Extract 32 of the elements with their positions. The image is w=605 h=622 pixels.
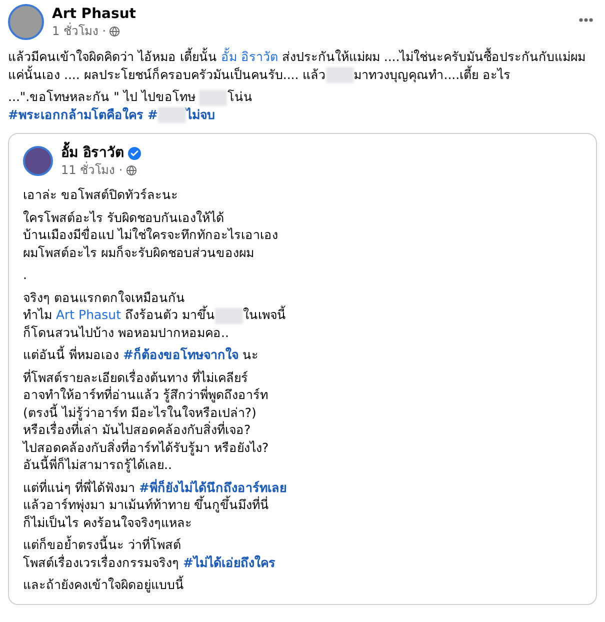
post-text: แต่ก็ขอย้ำตรงนี้นะ ว่าที่โพสต์ โพสต์เรื่องเวรเรื่องกรรมจริงๆ #ไม่ได้เอ่ยถึงใคร <box>23 536 276 572</box>
post-text: ใครโพสต์อะไร รับผิดชอบกันเองให้ได้ บ้านเมืองมีขื่อแป ไม่ใช่ใครจะทึกทักอะไรเอาเอง ผมโพสต์อะไร ผมก็จะรับผิดชอบส่วนของผม <box>23 208 279 262</box>
hashtag-link[interactable]: #พี่ก็ยังไม่ได้นึกถึงอาร์ทเลย <box>138 480 286 495</box>
post-time: 11 ชั่วโมง · <box>61 162 123 178</box>
blurred-redaction <box>199 90 228 106</box>
globe-icon <box>109 26 120 36</box>
hashtag-link[interactable]: # <box>147 106 158 122</box>
author-name[interactable]: อั้ม อิราวัต <box>61 144 124 162</box>
more-icon[interactable] <box>579 18 593 22</box>
post-text: . <box>23 266 28 284</box>
post-text: แล้วมีคนเข้าใจผิดคิดว่า ไอ้หมอ เตี้ยนั้น อั้ม อิราวัต ส่งประกันให้แม่ผม ....ไม่ใช่นะครับมันซื้อประกันกับแม่ผม แค่นั้นเอง .... ผลประโยชน์ก็ครอบครัวมันเป็นคนรับ.... แล้ว มาทวงบุญคุณทำ....เตี้ย อะไร <box>8 48 587 84</box>
profile-link[interactable]: อั้ม อิราวัต <box>220 49 278 64</box>
post-text: แต่อันนี้ พี่หมอเอง #ก็ต้องขอโทษจากใจ นะ <box>23 346 260 364</box>
profile-link[interactable]: Art Phasut <box>56 307 122 322</box>
blurred-redaction <box>158 107 186 124</box>
post-text: เอาล่ะ ขอโพสต์ปิดทัวร์ละนะ <box>23 186 179 204</box>
avatar[interactable] <box>8 4 44 40</box>
hashtag-link[interactable]: #ไม่ได้เอ่ยถึงใคร <box>182 554 276 570</box>
post-text: จริงๆ ตอนแรกตกใจเหมือนกัน ทำไม Art Phasut ถึงร้อนตัว มาขึ้น ในเพจนี้ ก็โดนสวนไปบ้าง พอหอมปากหอมคอ.. <box>23 288 287 342</box>
post-text: แต่ที่แน่ๆ ที่พี่ได้ฟังมา #พี่ก็ยังไม่ได้นึกถึงอาร์ทเลย แล้วอาร์ทพุ่งมา มาเม้นท์ท้าทาย ขึ้นกูขึ้นมึงที่นี่ ก็ไม่เป็นไร คงร้อนใจจริงๆแหละ <box>23 478 288 532</box>
blurred-redaction <box>326 67 354 84</box>
avatar[interactable] <box>23 146 53 176</box>
globe-icon <box>126 164 137 176</box>
hashtag-link[interactable]: #พระเอกกล้ามโตคือใคร <box>8 106 144 122</box>
hashtag-link[interactable]: ไม่จบ <box>186 106 215 122</box>
hashtag-link[interactable]: #ก็ต้องขอโทษจากใจ <box>122 347 238 362</box>
post-text: และถ้ายังคงเข้าใจผิดอยู่แบบนี้ <box>23 576 185 594</box>
author-name[interactable]: Art Phasut <box>52 5 571 23</box>
blurred-redaction <box>214 308 243 324</box>
post-text: ...".ขอโทษหละกัน " ไป ไปขอโทษ โน่น #พระเอกกล้ามโตคือใคร # ไม่จบ <box>8 88 254 124</box>
post-text: ที่โพสต์รายละเอียดเรื่องต้นทาง ที่ไม่เคลียร์ อาจทำให้อาร์ทที่อ่านแล้ว รู้สึกว่าพี่พูดถึงอาร์ท (ตรงนี้ ไม่รู้ว่าอาร์ท มีอะไรในใจหรือเปล่า?) หรือเรื่องที่เล่า มันไปสอดคล้องกับสิ่งที่เจอ? ไปสอดคล้องกับสิ่งที่อาร์ทได้รับรู้มา หรือยังไง? อันนี้พี่ก็ไม่สามารถรู้ได้เลย.. <box>23 368 270 474</box>
post-time: 1 ชั่วโมง · <box>52 23 106 39</box>
